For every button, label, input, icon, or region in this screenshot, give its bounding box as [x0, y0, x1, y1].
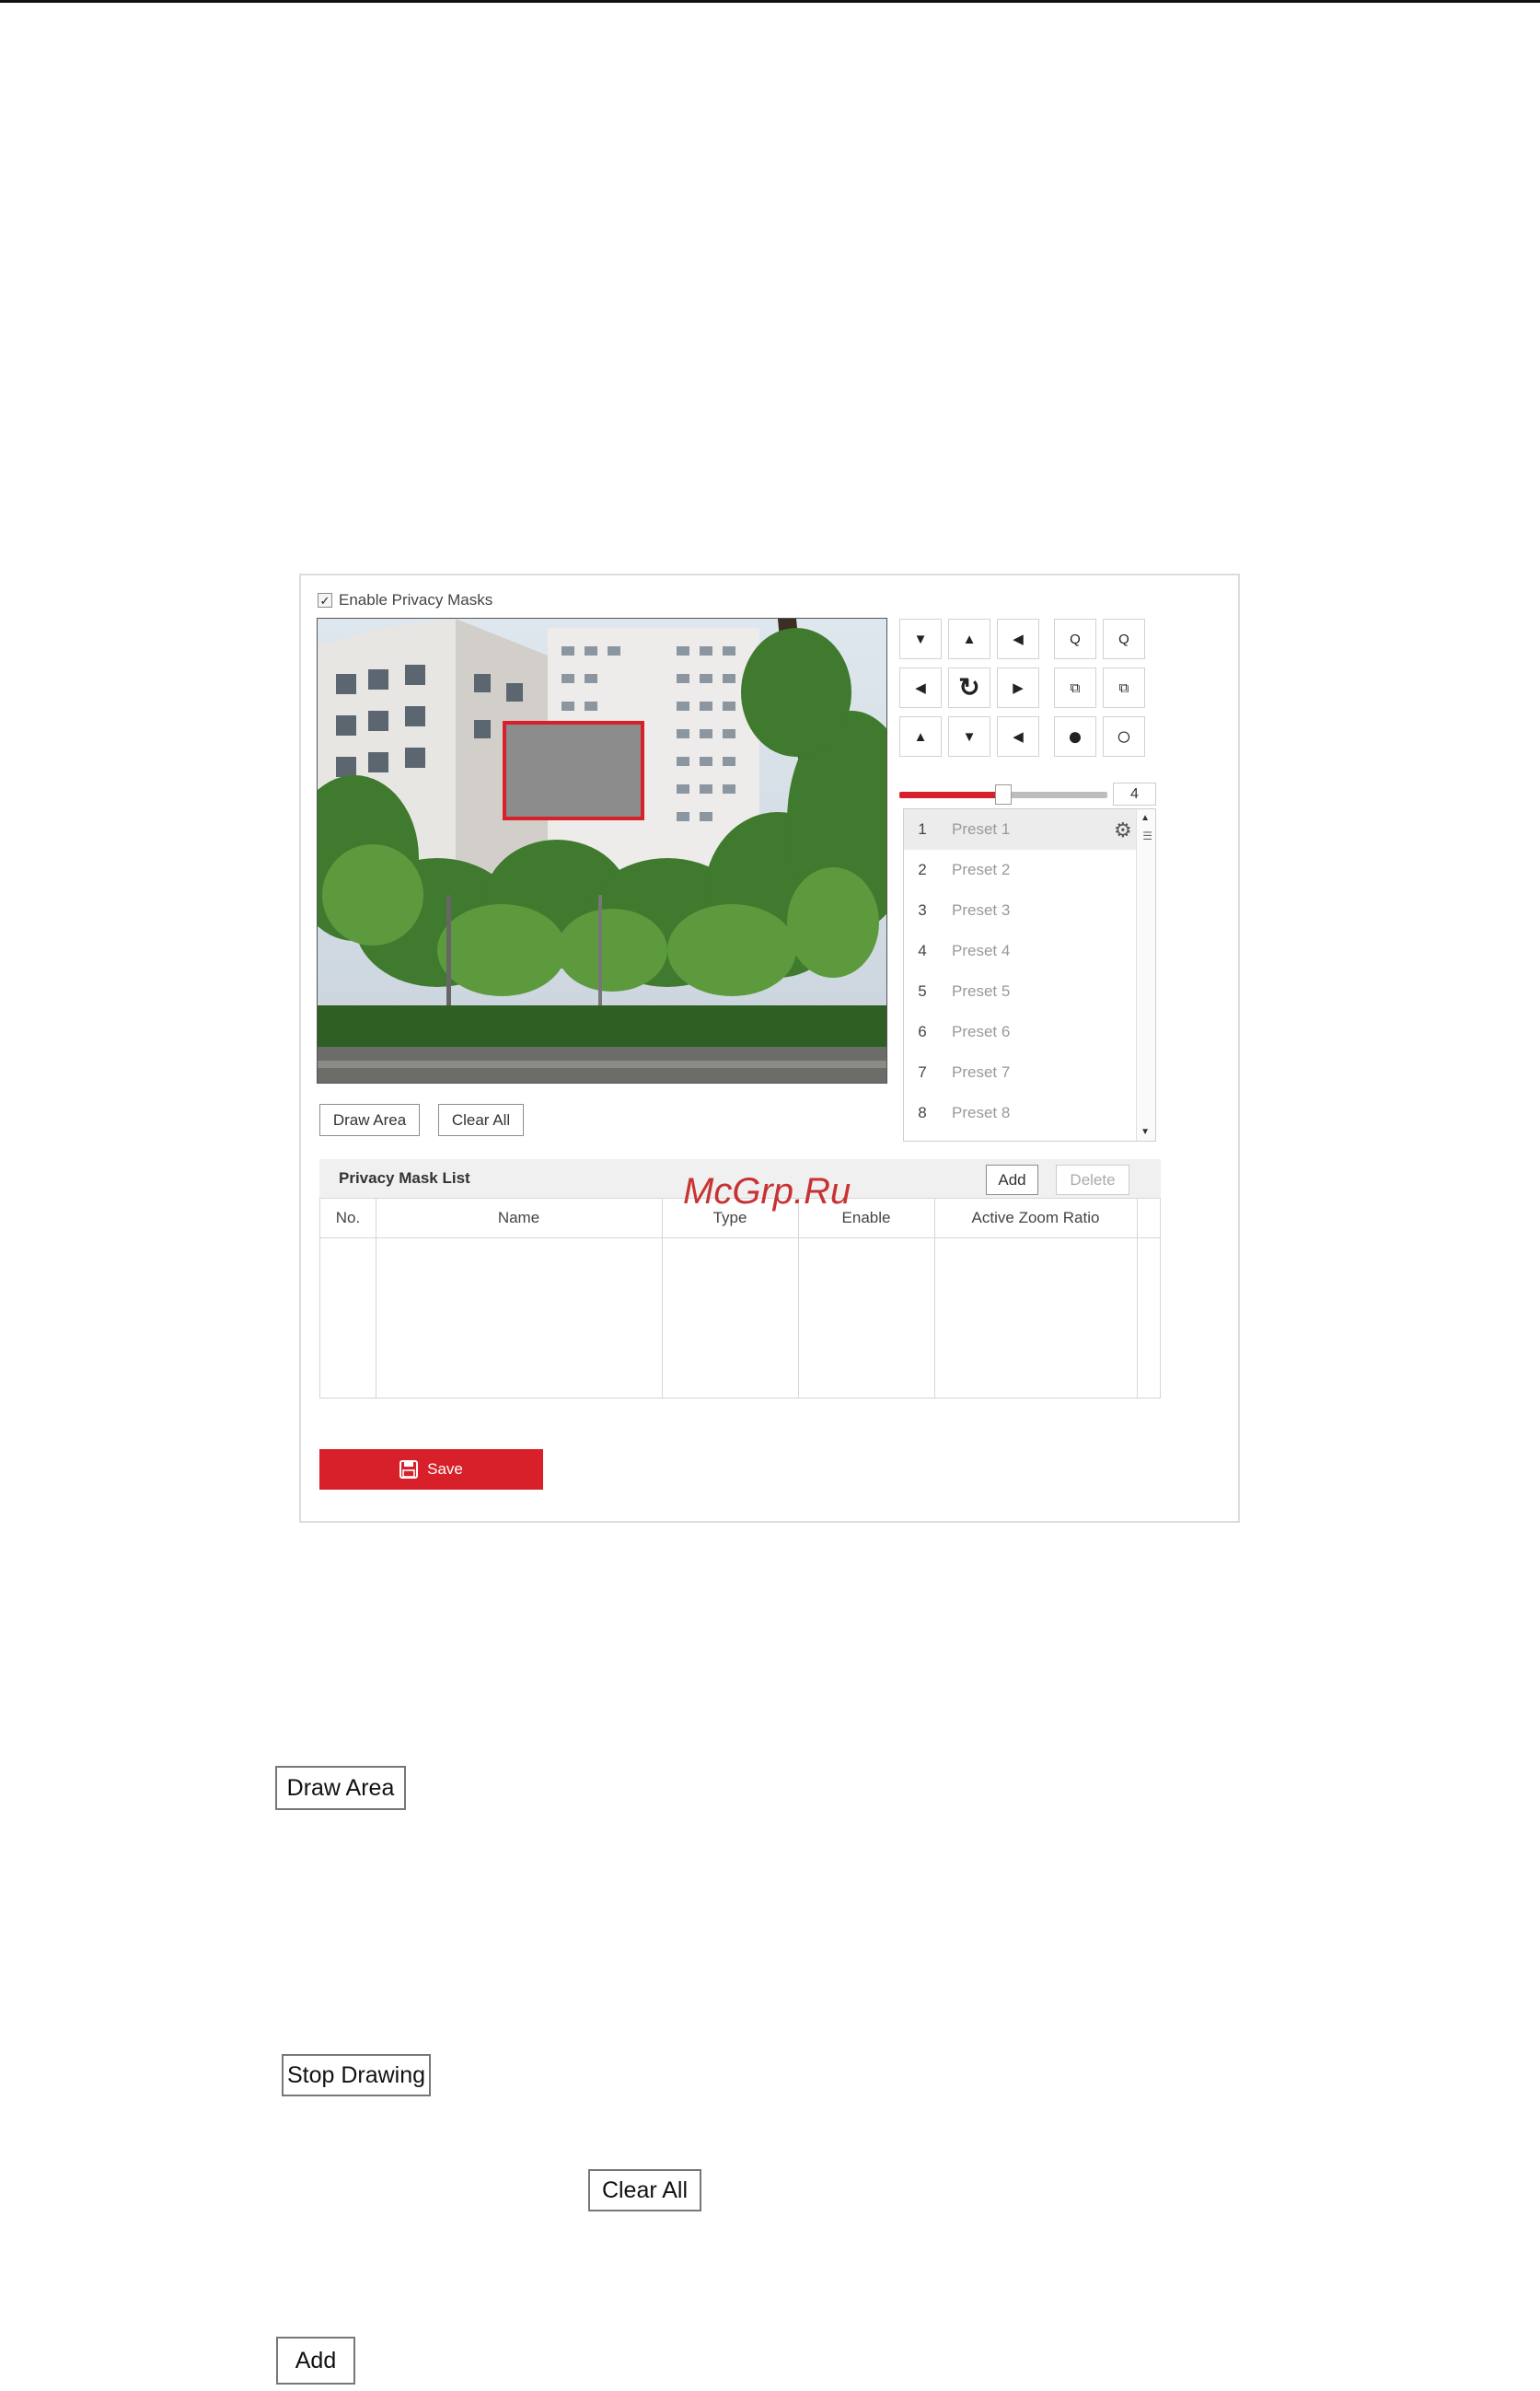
clear-all-button-illustration[interactable]: Clear All [588, 2169, 701, 2211]
arrow-up-button[interactable]: ▲ [948, 619, 990, 659]
column-divider [1137, 1199, 1138, 1398]
preset-number: 8 [918, 1104, 927, 1121]
privacy-mask-table: No. Name Type Enable Active Zoom Ratio [319, 1198, 1161, 1399]
preset-number: 5 [918, 982, 927, 1000]
arrow-up-right-icon: ◀ [1013, 728, 1024, 745]
gear-icon[interactable]: ⚙ [1114, 818, 1132, 842]
arrow-right-button[interactable]: ▶ [997, 667, 1039, 708]
ptz-speed-slider-fill [899, 792, 1003, 798]
add-mask-button[interactable]: Add [986, 1165, 1038, 1195]
arrow-right-icon: ▶ [1013, 679, 1024, 696]
preset-number: 6 [918, 1023, 927, 1040]
auto-pan-icon: ↻ [958, 673, 980, 702]
preset-number: 7 [918, 1063, 927, 1081]
preset-item[interactable]: 2 Preset 2 [904, 850, 1155, 890]
save-icon [399, 1460, 419, 1479]
preset-name: Preset 3 [952, 901, 1011, 919]
stop-drawing-button-illustration[interactable]: Stop Drawing [282, 2054, 431, 2096]
ptz-speed-slider-thumb[interactable] [995, 784, 1012, 805]
iris-close-icon: ● [1067, 722, 1083, 750]
preset-name: Preset 2 [952, 861, 1011, 878]
add-button-illustration[interactable]: Add [276, 2337, 355, 2385]
iris-open-icon: ○ [1116, 722, 1132, 750]
zoom-out-icon: Q [1070, 631, 1081, 647]
enable-privacy-masks-checkbox[interactable]: ✓ [318, 593, 332, 608]
scroll-grip-icon[interactable]: ☰ [1142, 830, 1152, 842]
preset-item[interactable]: 3 Preset 3 [904, 890, 1155, 931]
arrow-down-right-icon: ▼ [913, 631, 928, 647]
preset-list: 1 Preset 1 ⚙ 2 Preset 2 3 Preset 3 4 Preset 4 5 Pr… [903, 808, 1156, 1142]
arrow-up-left-icon: ▲ [913, 728, 928, 745]
enable-privacy-masks-row[interactable]: ✓ Enable Privacy Masks [318, 590, 492, 610]
zoom-in-icon: Q [1118, 631, 1129, 647]
focus-near-button[interactable]: ⧉ [1054, 667, 1096, 708]
preset-name: Preset 7 [952, 1063, 1011, 1081]
arrow-up-right-button[interactable]: ◀ [997, 716, 1039, 757]
scroll-down-icon[interactable]: ▼ [1141, 1127, 1150, 1137]
focus-far-button[interactable]: ⧉ [1103, 667, 1145, 708]
preset-item[interactable]: 1 Preset 1 ⚙ [904, 809, 1137, 850]
delete-mask-button[interactable]: Delete [1056, 1165, 1129, 1195]
enable-privacy-masks-label: Enable Privacy Masks [339, 591, 493, 609]
preset-item[interactable]: 8 Preset 8 [904, 1093, 1155, 1133]
preset-number: 3 [918, 901, 927, 919]
zoom-in-button[interactable]: Q [1103, 619, 1145, 659]
preset-name: Preset 6 [952, 1023, 1011, 1040]
preset-list-scrollbar[interactable]: ▲ ☰ ▼ [1136, 809, 1155, 1141]
preset-name: Preset 4 [952, 942, 1011, 959]
scroll-up-icon[interactable]: ▲ [1141, 813, 1150, 823]
preset-name: Preset 8 [952, 1104, 1011, 1121]
zoom-out-button[interactable]: Q [1054, 619, 1096, 659]
page-top-rule [0, 0, 1540, 3]
preset-item[interactable]: 6 Preset 6 [904, 1012, 1155, 1052]
column-header-active-zoom-ratio[interactable]: Active Zoom Ratio [934, 1199, 1137, 1237]
save-label: Save [427, 1460, 463, 1478]
preset-number: 2 [918, 861, 927, 878]
privacy-mask-area [503, 721, 644, 820]
clear-all-button[interactable]: Clear All [438, 1104, 524, 1136]
live-video-view[interactable] [317, 618, 887, 1084]
focus-far-icon: ⧉ [1118, 679, 1129, 696]
iris-open-button[interactable]: ○ [1103, 716, 1145, 757]
table-header-divider [320, 1237, 1160, 1238]
arrow-left-icon: ◀ [915, 679, 926, 696]
draw-area-button[interactable]: Draw Area [319, 1104, 420, 1136]
column-header-no[interactable]: No. [320, 1199, 376, 1237]
arrow-up-icon: ▲ [962, 631, 977, 647]
arrow-up-left-button[interactable]: ▲ [899, 716, 942, 757]
save-button[interactable]: Save [319, 1449, 543, 1490]
column-header-name[interactable]: Name [376, 1199, 662, 1237]
iris-close-button[interactable]: ● [1054, 716, 1096, 757]
ptz-speed-slider[interactable] [899, 784, 1107, 805]
arrow-down-icon: ▼ [962, 728, 977, 745]
ptz-speed-value: 4 [1113, 783, 1156, 806]
privacy-mask-panel: ✓ Enable Privacy Masks ▼ ▲ ◀ Q Q ◀ ↻ ▶ ⧉… [299, 574, 1240, 1523]
privacy-mask-list-title: Privacy Mask List [339, 1169, 470, 1187]
preset-number: 4 [918, 942, 927, 959]
draw-area-button-illustration[interactable]: Draw Area [275, 1766, 406, 1810]
preset-name: Preset 5 [952, 982, 1011, 1000]
watermark: McGrp.Ru [683, 1171, 851, 1212]
focus-near-icon: ⧉ [1070, 679, 1081, 696]
arrow-left-button[interactable]: ◀ [899, 667, 942, 708]
preset-number: 1 [918, 820, 927, 838]
arrow-down-right-button[interactable]: ▼ [899, 619, 942, 659]
arrow-down-left-button[interactable]: ◀ [997, 619, 1039, 659]
preset-item[interactable]: 5 Preset 5 [904, 971, 1155, 1012]
arrow-down-button[interactable]: ▼ [948, 716, 990, 757]
auto-pan-button[interactable]: ↻ [948, 667, 990, 708]
preset-item[interactable]: 4 Preset 4 [904, 931, 1155, 971]
preset-name: Preset 1 [952, 820, 1011, 838]
arrow-down-left-icon: ◀ [1013, 631, 1024, 647]
preset-item[interactable]: 7 Preset 7 [904, 1052, 1155, 1093]
